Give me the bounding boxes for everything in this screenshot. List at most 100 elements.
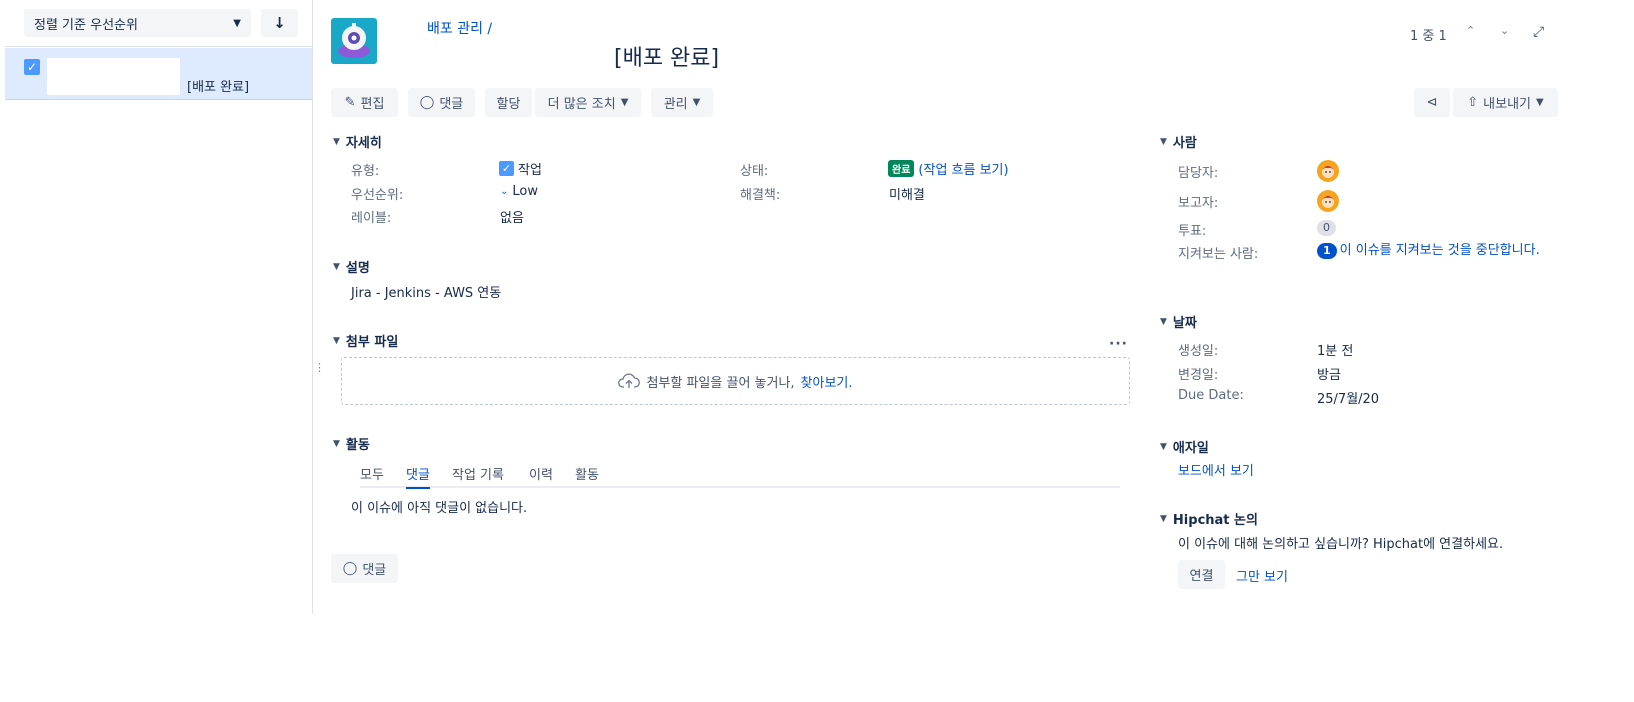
status-value: 완료 (작업 흐름 보기) (888, 159, 1009, 178)
due-date-label: Due Date: (1178, 388, 1244, 403)
updated-value: 방금 (1317, 368, 1341, 383)
export-icon: ⇧ (1467, 95, 1479, 110)
tab-history[interactable]: 이력 (529, 464, 553, 483)
no-comments-text: 이 이슈에 아직 댓글이 없습니다. (351, 501, 528, 516)
share-icon: ⊲ (1426, 95, 1438, 110)
updated-label: 변경일: (1178, 368, 1219, 383)
admin-button-label: 관리 (663, 97, 688, 112)
comment-icon: ◯ (342, 561, 358, 576)
issue-list-panel: 정렬 기준 우선순위 ▼ ↓ ✓ [배포 완료] (5, 0, 313, 614)
tab-activity[interactable]: 활동 (575, 464, 599, 483)
browse-link[interactable]: 찾아보기. (801, 372, 853, 391)
chevron-down-icon: ▼ (1160, 441, 1167, 452)
details-section-toggle[interactable]: ▼ 자세히 (333, 132, 382, 151)
connect-button[interactable]: 연결 (1178, 560, 1225, 589)
agile-section-toggle[interactable]: ▼ 애자일 (1160, 437, 1209, 456)
reporter-avatar[interactable] (1317, 190, 1339, 212)
type-value-text: 작업 (518, 163, 542, 178)
attachment-dropzone[interactable]: 첨부할 파일을 끌어 놓거나, 찾아보기. (341, 357, 1130, 405)
type-value: ✓ 작업 (499, 159, 542, 178)
priority-label: 우선순위: (351, 188, 404, 203)
dropzone-text: 첨부할 파일을 끌어 놓거나, (646, 375, 795, 391)
resolution-value: 미해결 (889, 188, 925, 203)
activity-section-toggle[interactable]: ▼ 활동 (333, 434, 370, 453)
comment-icon: ◯ (419, 95, 435, 110)
labels-value: 없음 (500, 211, 524, 226)
people-section-toggle[interactable]: ▼ 사람 (1160, 132, 1197, 151)
watchers-count[interactable]: 1 (1317, 243, 1337, 259)
tab-all[interactable]: 모두 (360, 464, 384, 483)
chevron-down-icon: ▼ (333, 438, 340, 449)
breadcrumb[interactable]: 배포 관리 / (427, 18, 492, 38)
divider (5, 46, 312, 47)
votes-label: 투표: (1178, 224, 1207, 239)
add-comment-label: 댓글 (362, 563, 387, 578)
assignee-avatar[interactable] (1317, 160, 1339, 182)
activity-heading: 활동 (345, 438, 370, 453)
created-value: 1분 전 (1317, 344, 1354, 359)
created-label: 생성일: (1178, 344, 1219, 359)
project-avatar[interactable] (331, 18, 377, 64)
chevron-down-icon: ▼ (333, 335, 340, 346)
chevron-down-icon[interactable]: ⌄ (1500, 24, 1509, 37)
dismiss-link[interactable]: 그만 보기 (1236, 566, 1288, 585)
status-label: 상태: (740, 164, 769, 179)
chevron-down-icon: ▼ (333, 136, 340, 147)
more-options-icon[interactable]: ··· (1109, 336, 1128, 352)
tab-comments[interactable]: 댓글 (406, 464, 430, 489)
comment-button[interactable]: ◯ 댓글 (408, 88, 475, 117)
priority-low-icon: ⌄ (500, 186, 509, 197)
reporter-label: 보고자: (1178, 196, 1219, 211)
priority-value-text: Low (512, 184, 538, 199)
expand-icon[interactable]: ⤢ (1533, 24, 1544, 40)
list-item[interactable]: ✓ [배포 완료] (5, 48, 312, 100)
chevron-down-icon: ▼ (620, 97, 629, 108)
task-type-icon: ✓ (24, 59, 40, 75)
more-actions-button[interactable]: 더 많은 조치 ▼ (535, 88, 641, 117)
cloud-upload-icon (618, 373, 641, 388)
comment-button-label: 댓글 (439, 97, 464, 112)
task-type-icon: ✓ (499, 161, 514, 176)
stop-watching-link[interactable]: 이 이슈를 지켜보는 것을 중단합니다. (1340, 243, 1540, 258)
activity-tabs: 모두 댓글 작업 기록 이력 활동 (360, 462, 1120, 489)
edit-button-label: 편집 (360, 97, 385, 112)
export-button[interactable]: ⇧ 내보내기 ▼ (1453, 88, 1558, 117)
agile-heading: 애자일 (1172, 441, 1209, 456)
resize-handle-icon[interactable]: ⋮ (314, 361, 325, 374)
watchers-label: 지켜보는 사람: (1178, 247, 1259, 262)
dates-heading: 날짜 (1172, 316, 1197, 331)
chevron-down-icon: ▼ (233, 17, 241, 29)
type-label: 유형: (351, 164, 380, 179)
votes-count[interactable]: 0 (1317, 220, 1336, 236)
assign-button-label: 할당 (496, 97, 521, 112)
due-date-value: 25/7월/20 (1317, 392, 1380, 407)
issue-key-placeholder (47, 58, 180, 95)
dates-section-toggle[interactable]: ▼ 날짜 (1160, 312, 1197, 331)
share-button[interactable]: ⊲ (1414, 88, 1450, 117)
sort-direction-button[interactable]: ↓ (261, 9, 298, 37)
workflow-link[interactable]: (작업 흐름 보기) (918, 159, 1008, 178)
hipchat-section-toggle[interactable]: ▼ Hipchat 논의 (1160, 509, 1258, 528)
description-section-toggle[interactable]: ▼ 설명 (333, 257, 370, 276)
chevron-down-icon: ▼ (1160, 513, 1167, 524)
hipchat-text: 이 이슈에 대해 논의하고 싶습니까? Hipchat에 연결하세요. (1178, 537, 1504, 552)
add-comment-button[interactable]: ◯ 댓글 (331, 554, 398, 583)
attachments-section-toggle[interactable]: ▼ 첨부 파일 (333, 331, 398, 350)
edit-button[interactable]: ✎ 편집 (331, 88, 398, 117)
pencil-icon: ✎ (344, 95, 356, 110)
description-text: Jira - Jenkins - AWS 연동 (351, 286, 502, 301)
view-on-board-link[interactable]: 보드에서 보기 (1178, 460, 1254, 479)
arrow-down-icon: ↓ (273, 14, 286, 32)
issue-summary: [배포 완료] (187, 80, 250, 95)
pager-count: 1 중 1 (1410, 29, 1447, 44)
sort-select[interactable]: 정렬 기준 우선순위 ▼ (24, 9, 251, 37)
chevron-down-icon: ▼ (692, 97, 701, 108)
assignee-label: 담당자: (1178, 166, 1219, 181)
attachments-heading: 첨부 파일 (345, 335, 399, 350)
admin-button[interactable]: 관리 ▼ (651, 88, 713, 117)
chevron-down-icon: ▼ (1536, 97, 1544, 108)
page-title: [배포 완료] (614, 46, 720, 71)
chevron-up-icon[interactable]: ⌃ (1466, 24, 1475, 37)
tab-worklog[interactable]: 작업 기록 (452, 464, 504, 483)
assign-button[interactable]: 할당 (485, 88, 532, 117)
